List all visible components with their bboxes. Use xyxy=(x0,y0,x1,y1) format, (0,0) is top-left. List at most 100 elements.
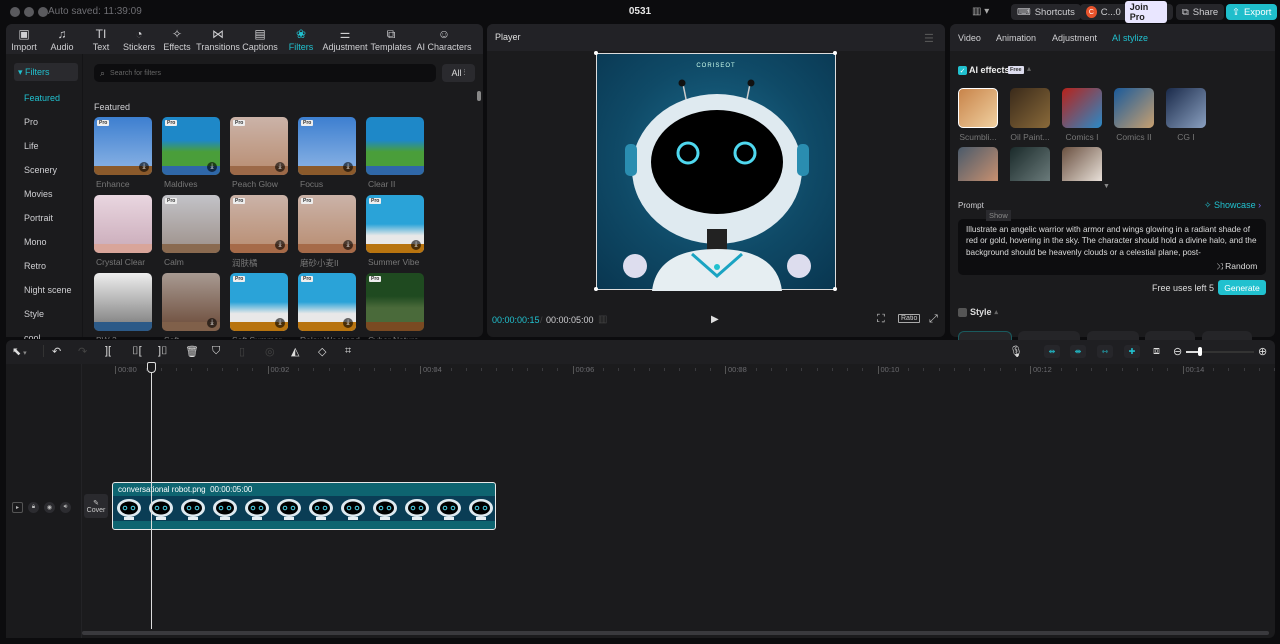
mirror-icon[interactable]: ◭ xyxy=(291,345,299,358)
ai-effect-card[interactable] xyxy=(1010,88,1050,128)
nav-item-movies[interactable]: Movies xyxy=(24,189,53,199)
tab-ai-characters[interactable]: ☺ AI Characters xyxy=(414,24,474,54)
tab-adjustment[interactable]: Adjustment xyxy=(1052,33,1097,43)
random-button[interactable]: ⤨ Random xyxy=(1216,261,1257,272)
shortcuts-button[interactable]: ⌨ Shortcuts xyxy=(1011,4,1081,20)
generate-button[interactable]: Generate xyxy=(1218,280,1266,295)
filter-card[interactable]: Pro ⤓ xyxy=(298,273,356,331)
join-pro-button[interactable]: Join Pro xyxy=(1124,1,1167,23)
download-icon[interactable]: ⤓ xyxy=(207,318,217,328)
download-icon[interactable]: ⤓ xyxy=(343,162,353,172)
zoom-to-fit-icon[interactable]: ⧈ xyxy=(1153,345,1160,358)
nav-item-cool[interactable]: cool xyxy=(24,333,41,339)
nav-item-portrait[interactable]: Portrait xyxy=(24,213,53,223)
nav-item-featured[interactable]: Featured xyxy=(24,93,60,103)
filter-card[interactable]: Pro ⤓ xyxy=(298,117,356,175)
resize-handle-tr[interactable] xyxy=(833,51,837,55)
delete-icon[interactable]: 🗑︎ xyxy=(185,345,199,358)
preview-axis-button[interactable]: ⇿ xyxy=(1097,345,1113,358)
filter-card[interactable]: Pro ⤓ xyxy=(298,195,356,253)
preview-canvas[interactable]: CORISEOT xyxy=(596,53,836,291)
ai-effect-card[interactable] xyxy=(958,88,998,128)
split-icon[interactable]: ][ xyxy=(105,345,111,357)
tab-text[interactable]: TI Text xyxy=(82,24,120,54)
tab-animation[interactable]: Animation xyxy=(996,33,1036,43)
download-icon[interactable]: ⤓ xyxy=(275,162,285,172)
ai-effect-card[interactable] xyxy=(1166,88,1206,128)
nav-item-life[interactable]: Life xyxy=(24,141,39,151)
ai-effect-card[interactable] xyxy=(1010,147,1050,181)
download-icon[interactable]: ⤓ xyxy=(343,240,353,250)
tab-stickers[interactable]: ◔ Stickers xyxy=(120,24,158,54)
hide-track-icon[interactable]: ◉ xyxy=(44,502,55,513)
split-left-icon[interactable]: ⌷[ xyxy=(132,345,142,358)
nav-item-retro[interactable]: Retro xyxy=(24,261,46,271)
account-button[interactable]: C C...0 Join Pro xyxy=(1080,1,1173,23)
tab-import[interactable]: ▣ Import xyxy=(6,24,42,54)
filters-scrollbar[interactable] xyxy=(477,91,481,101)
resize-handle-br[interactable] xyxy=(833,287,837,291)
tab-effects[interactable]: ✧ Effects xyxy=(158,24,196,54)
video-clip[interactable]: conversational robot.png 00:00:05:00 xyxy=(112,482,496,530)
zoom-in-icon[interactable]: ⊕ xyxy=(1258,345,1267,358)
filter-card[interactable] xyxy=(366,117,424,175)
frame-grid-icon[interactable]: ▥ xyxy=(598,314,607,325)
filter-card[interactable]: Pro xyxy=(162,195,220,253)
play-button[interactable]: ▶ xyxy=(711,314,719,325)
filter-card[interactable] xyxy=(94,273,152,331)
download-icon[interactable]: ⤓ xyxy=(139,162,149,172)
filter-card[interactable]: Pro xyxy=(366,273,424,331)
ai-effect-card[interactable] xyxy=(958,147,998,181)
filter-card[interactable]: Pro ⤓ xyxy=(94,117,152,175)
select-tool-icon[interactable]: ⬉ ▾ xyxy=(12,345,27,358)
nav-item-night-scene[interactable]: Night scene xyxy=(24,285,72,295)
showcase-link[interactable]: ✧ Showcase › xyxy=(1204,200,1261,211)
nav-item-scenery[interactable]: Scenery xyxy=(24,165,57,175)
style-toggle[interactable]: Style ▴ xyxy=(958,307,998,317)
download-icon[interactable]: ⤓ xyxy=(207,162,217,172)
lock-track-icon[interactable]: 🔒︎ xyxy=(28,502,39,513)
mute-track-icon[interactable]: 🔊︎ xyxy=(60,502,71,513)
zoom-fit-icon[interactable]: ⛶ xyxy=(877,313,885,326)
filter-card[interactable]: Pro ⤓ xyxy=(230,273,288,331)
split-track-button[interactable]: ✚ xyxy=(1124,345,1140,358)
download-icon[interactable]: ⤓ xyxy=(275,240,285,250)
filter-card[interactable]: Pro ⤓ xyxy=(230,117,288,175)
download-icon[interactable]: ⤓ xyxy=(343,318,353,328)
filter-card[interactable]: Pro ⤓ xyxy=(366,195,424,253)
tab-audio[interactable]: ♫ Audio xyxy=(42,24,82,54)
marker-icon[interactable]: ⛉ xyxy=(212,345,220,358)
ai-effects-checkbox[interactable]: ✓ xyxy=(958,66,967,75)
filter-card[interactable]: ⤓ xyxy=(162,273,220,331)
rotate-icon[interactable]: ◇ xyxy=(318,345,326,358)
crop-icon[interactable]: ⌗ xyxy=(345,345,351,358)
timeline-scrollbar[interactable] xyxy=(82,631,1269,635)
filter-search-input[interactable]: ⌕ Search for filters xyxy=(94,64,436,82)
ratio-button[interactable]: Ratio xyxy=(898,314,921,323)
filters-nav-header[interactable]: ▾ Filters xyxy=(14,63,78,81)
export-button[interactable]: ⇪ Export xyxy=(1226,4,1278,20)
fullscreen-icon[interactable]: ⤢ xyxy=(929,313,938,326)
nav-item-style[interactable]: Style xyxy=(24,309,44,319)
tab-adjustment[interactable]: ⚌ Adjustment xyxy=(322,24,368,54)
cover-button[interactable]: ✎ Cover xyxy=(84,494,108,518)
download-icon[interactable]: ⤓ xyxy=(275,318,285,328)
resize-handle-tl[interactable] xyxy=(594,51,598,55)
playhead[interactable] xyxy=(151,364,152,629)
tab-filters[interactable]: ❀ Filters xyxy=(280,24,322,54)
playhead-handle[interactable] xyxy=(147,362,156,373)
expand-more-icon[interactable]: ▼ xyxy=(1103,183,1110,190)
layout-icon[interactable]: ▥ ▾ xyxy=(972,6,989,17)
tab-ai-stylize[interactable]: AI stylize xyxy=(1112,33,1148,43)
download-icon[interactable]: ⤓ xyxy=(411,240,421,250)
filter-card[interactable]: Pro ⤓ xyxy=(230,195,288,253)
filter-card[interactable]: Pro ⤓ xyxy=(162,117,220,175)
zoom-out-icon[interactable]: ⊖ xyxy=(1173,345,1182,358)
collapse-icon[interactable]: ▴ xyxy=(1027,64,1031,73)
tab-captions[interactable]: ▤ Captions xyxy=(240,24,280,54)
undo-icon[interactable]: ↶ xyxy=(52,345,61,358)
microphone-icon[interactable]: 🎙︎ xyxy=(1009,345,1023,358)
filter-type-dropdown[interactable]: All ⫶ xyxy=(442,64,475,82)
share-button[interactable]: ⧉ Share xyxy=(1176,4,1225,20)
nav-item-pro[interactable]: Pro xyxy=(24,117,38,127)
